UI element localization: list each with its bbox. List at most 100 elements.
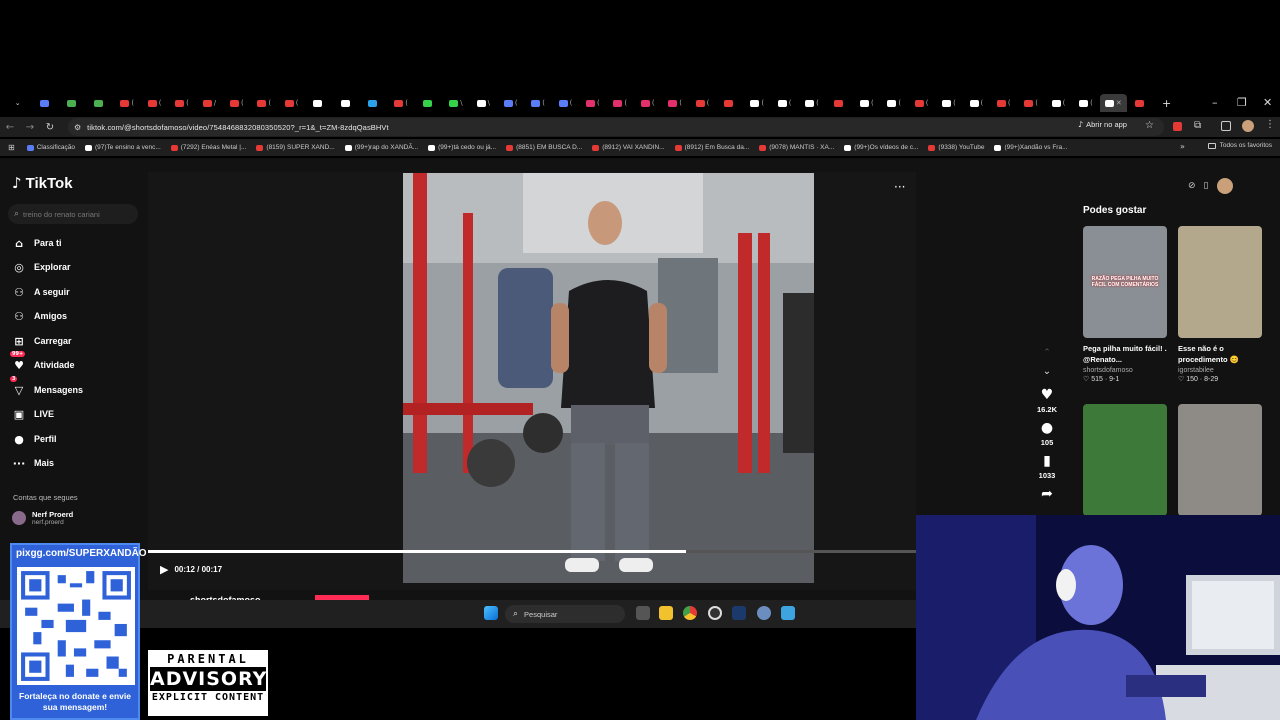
browser-tab[interactable] xyxy=(31,94,58,112)
editor-icon[interactable] xyxy=(781,606,795,620)
sidebar-item-mensagens[interactable]: ▽ 3 Mensagens xyxy=(10,376,83,397)
browser-tab[interactable]: ( xyxy=(661,94,688,112)
browser-tab[interactable] xyxy=(333,94,360,112)
browser-tab[interactable]: ( xyxy=(689,94,716,112)
settings-icon[interactable] xyxy=(757,606,771,620)
search-input[interactable]: ⌕ treino do renato cariani xyxy=(8,204,138,224)
bookmark-item[interactable]: (7292) Enéas Metal |... xyxy=(170,144,246,151)
taskbar-search[interactable]: ⌕ Pesquisar xyxy=(505,605,625,623)
bookmark-item[interactable]: (9078) MANTIS · XA... xyxy=(759,144,834,151)
video-progress-bar[interactable] xyxy=(148,550,916,553)
browser-tab[interactable] xyxy=(716,94,743,112)
browser-tab[interactable]: ( xyxy=(524,94,551,112)
browser-tab[interactable]: ( xyxy=(1017,94,1044,112)
bookmarks-overflow-icon[interactable]: » xyxy=(1180,142,1185,151)
chrome-icon[interactable] xyxy=(683,606,697,620)
apps-grid-icon[interactable]: ⊞ xyxy=(8,143,15,152)
sidebar-item-carregar[interactable]: ⊞ Carregar xyxy=(12,334,71,348)
browser-tab[interactable]: ( xyxy=(251,94,278,112)
browser-tab[interactable]: ( xyxy=(278,94,305,112)
extensions-puzzle-icon[interactable]: ⧉ xyxy=(1194,120,1201,131)
extension-icon[interactable] xyxy=(1173,122,1182,131)
browser-tab[interactable]: ( xyxy=(990,94,1017,112)
bookmark-item[interactable]: (97)Te ensino a venc... xyxy=(85,144,161,151)
browser-tab[interactable]: \ xyxy=(442,94,469,112)
sidebar-item-perfil[interactable]: ● Perfil xyxy=(12,432,56,446)
browser-tab[interactable] xyxy=(826,94,853,112)
share-button[interactable]: ➦ xyxy=(1041,486,1053,502)
save-button[interactable]: ▮ 1033 xyxy=(1039,453,1056,480)
bookmark-item[interactable]: (8851) EM BUSCA D... xyxy=(506,144,582,151)
windows-start-icon[interactable] xyxy=(484,606,498,620)
omnibox[interactable]: ⚙ tiktok.com/@shortsdofamoso/video/75484… xyxy=(68,118,1164,136)
browser-tab[interactable]: ( xyxy=(853,94,880,112)
forward-button[interactable]: → xyxy=(20,122,40,133)
browser-tab[interactable]: ( xyxy=(744,94,771,112)
suggested-video-card[interactable] xyxy=(1083,404,1167,516)
more-options-icon[interactable]: ··· xyxy=(894,180,905,194)
browser-tab[interactable]: ( xyxy=(579,94,606,112)
sidebar-item-explorar[interactable]: ◎ Explorar xyxy=(12,260,70,274)
browser-tab[interactable]: ( xyxy=(798,94,825,112)
bookmark-item[interactable]: (99+)tá cedo ou já... xyxy=(428,144,496,151)
browser-tab[interactable]: ( xyxy=(908,94,935,112)
suggested-video-card[interactable]: Esse não é o procedimento 😊 igorstabilee ♡… xyxy=(1178,226,1262,383)
browser-tab[interactable]: ✕ xyxy=(1099,94,1128,112)
open-in-app-button[interactable]: ♪ Abrir no app xyxy=(1078,120,1127,129)
back-button[interactable]: ← xyxy=(0,122,20,133)
close-window-button[interactable]: ✕ xyxy=(1263,96,1272,109)
browser-tab[interactable]: ( xyxy=(168,94,195,112)
profile-avatar[interactable] xyxy=(1242,120,1254,132)
reload-button[interactable]: ↻ xyxy=(40,122,60,133)
minimize-button[interactable]: – xyxy=(1212,96,1218,109)
coins-icon[interactable]: ⊘ xyxy=(1188,181,1196,191)
suggested-video-card[interactable] xyxy=(1178,404,1262,516)
bookmark-item[interactable]: (99+)Xandão vs Fra... xyxy=(994,144,1068,151)
sidebar-item-para-ti[interactable]: ⌂ Para ti xyxy=(12,236,61,250)
browser-tab[interactable]: \ xyxy=(470,94,497,112)
browser-tab[interactable]: ( xyxy=(771,94,798,112)
sidebar-item-amigos[interactable]: ⚇ Amigos xyxy=(12,309,67,323)
steam-icon[interactable] xyxy=(732,606,746,620)
browser-tab[interactable] xyxy=(86,94,113,112)
site-info-icon[interactable]: ⚙ xyxy=(74,123,81,132)
task-view-icon[interactable] xyxy=(636,606,650,620)
bookmark-item[interactable]: (8912) VAI XANDIN... xyxy=(592,144,665,151)
bookmark-item[interactable]: (99+)rap do XANDÃ... xyxy=(344,144,418,151)
browser-tab[interactable]: ( xyxy=(552,94,579,112)
browser-tab[interactable]: ( xyxy=(1045,94,1072,112)
bookmark-item[interactable]: (8912) Em Busca da... xyxy=(674,144,749,151)
device-icon[interactable]: ▯ xyxy=(1204,181,1209,191)
like-button[interactable]: ♥ 16.2K xyxy=(1037,387,1057,414)
bookmark-item[interactable]: (8159) SUPER XAND... xyxy=(256,144,335,151)
all-bookmarks-button[interactable]: Todos os favoritos xyxy=(1207,142,1272,149)
browser-tab[interactable] xyxy=(1127,94,1154,112)
browser-tab[interactable]: / xyxy=(196,94,223,112)
comment-button[interactable]: ● 105 xyxy=(1041,420,1054,447)
play-icon[interactable]: ▶ xyxy=(160,563,168,576)
user-avatar[interactable] xyxy=(1216,178,1233,194)
browser-tab[interactable]: ( xyxy=(387,94,414,112)
sidebar-item-live[interactable]: ▣ LIVE xyxy=(12,407,54,421)
up-chevron-icon[interactable]: ⌃ xyxy=(1043,348,1051,358)
app-icon[interactable] xyxy=(708,606,722,620)
browser-tab[interactable] xyxy=(415,94,442,112)
browser-menu-icon[interactable]: ⋮ xyxy=(1265,119,1275,130)
new-tab-button[interactable]: + xyxy=(1162,97,1171,110)
sidebar-icon[interactable] xyxy=(1221,121,1231,131)
browser-tab[interactable]: ( xyxy=(881,94,908,112)
down-chevron-icon[interactable]: ⌄ xyxy=(1043,366,1051,377)
video-frame[interactable] xyxy=(403,173,814,583)
bookmark-item[interactable]: (9338) YouTube xyxy=(928,144,984,151)
browser-tab[interactable]: ( xyxy=(141,94,168,112)
bookmark-star-icon[interactable]: ☆ xyxy=(1145,120,1154,131)
sidebar-item-mais[interactable]: ··· Mais xyxy=(12,456,54,470)
browser-tab[interactable]: ( xyxy=(223,94,250,112)
suggested-video-card[interactable]: RAZÃO PEGA PILHA MUITO FÁCIL COM COMENTÁ… xyxy=(1083,226,1167,383)
browser-tab[interactable]: ( xyxy=(114,94,141,112)
sidebar-item-a-seguir[interactable]: ⚇ A seguir xyxy=(12,285,70,299)
browser-tab[interactable]: ( xyxy=(935,94,962,112)
browser-tab[interactable]: ( xyxy=(963,94,990,112)
browser-tab[interactable] xyxy=(59,94,86,112)
browser-tab[interactable]: ( xyxy=(1072,94,1099,112)
